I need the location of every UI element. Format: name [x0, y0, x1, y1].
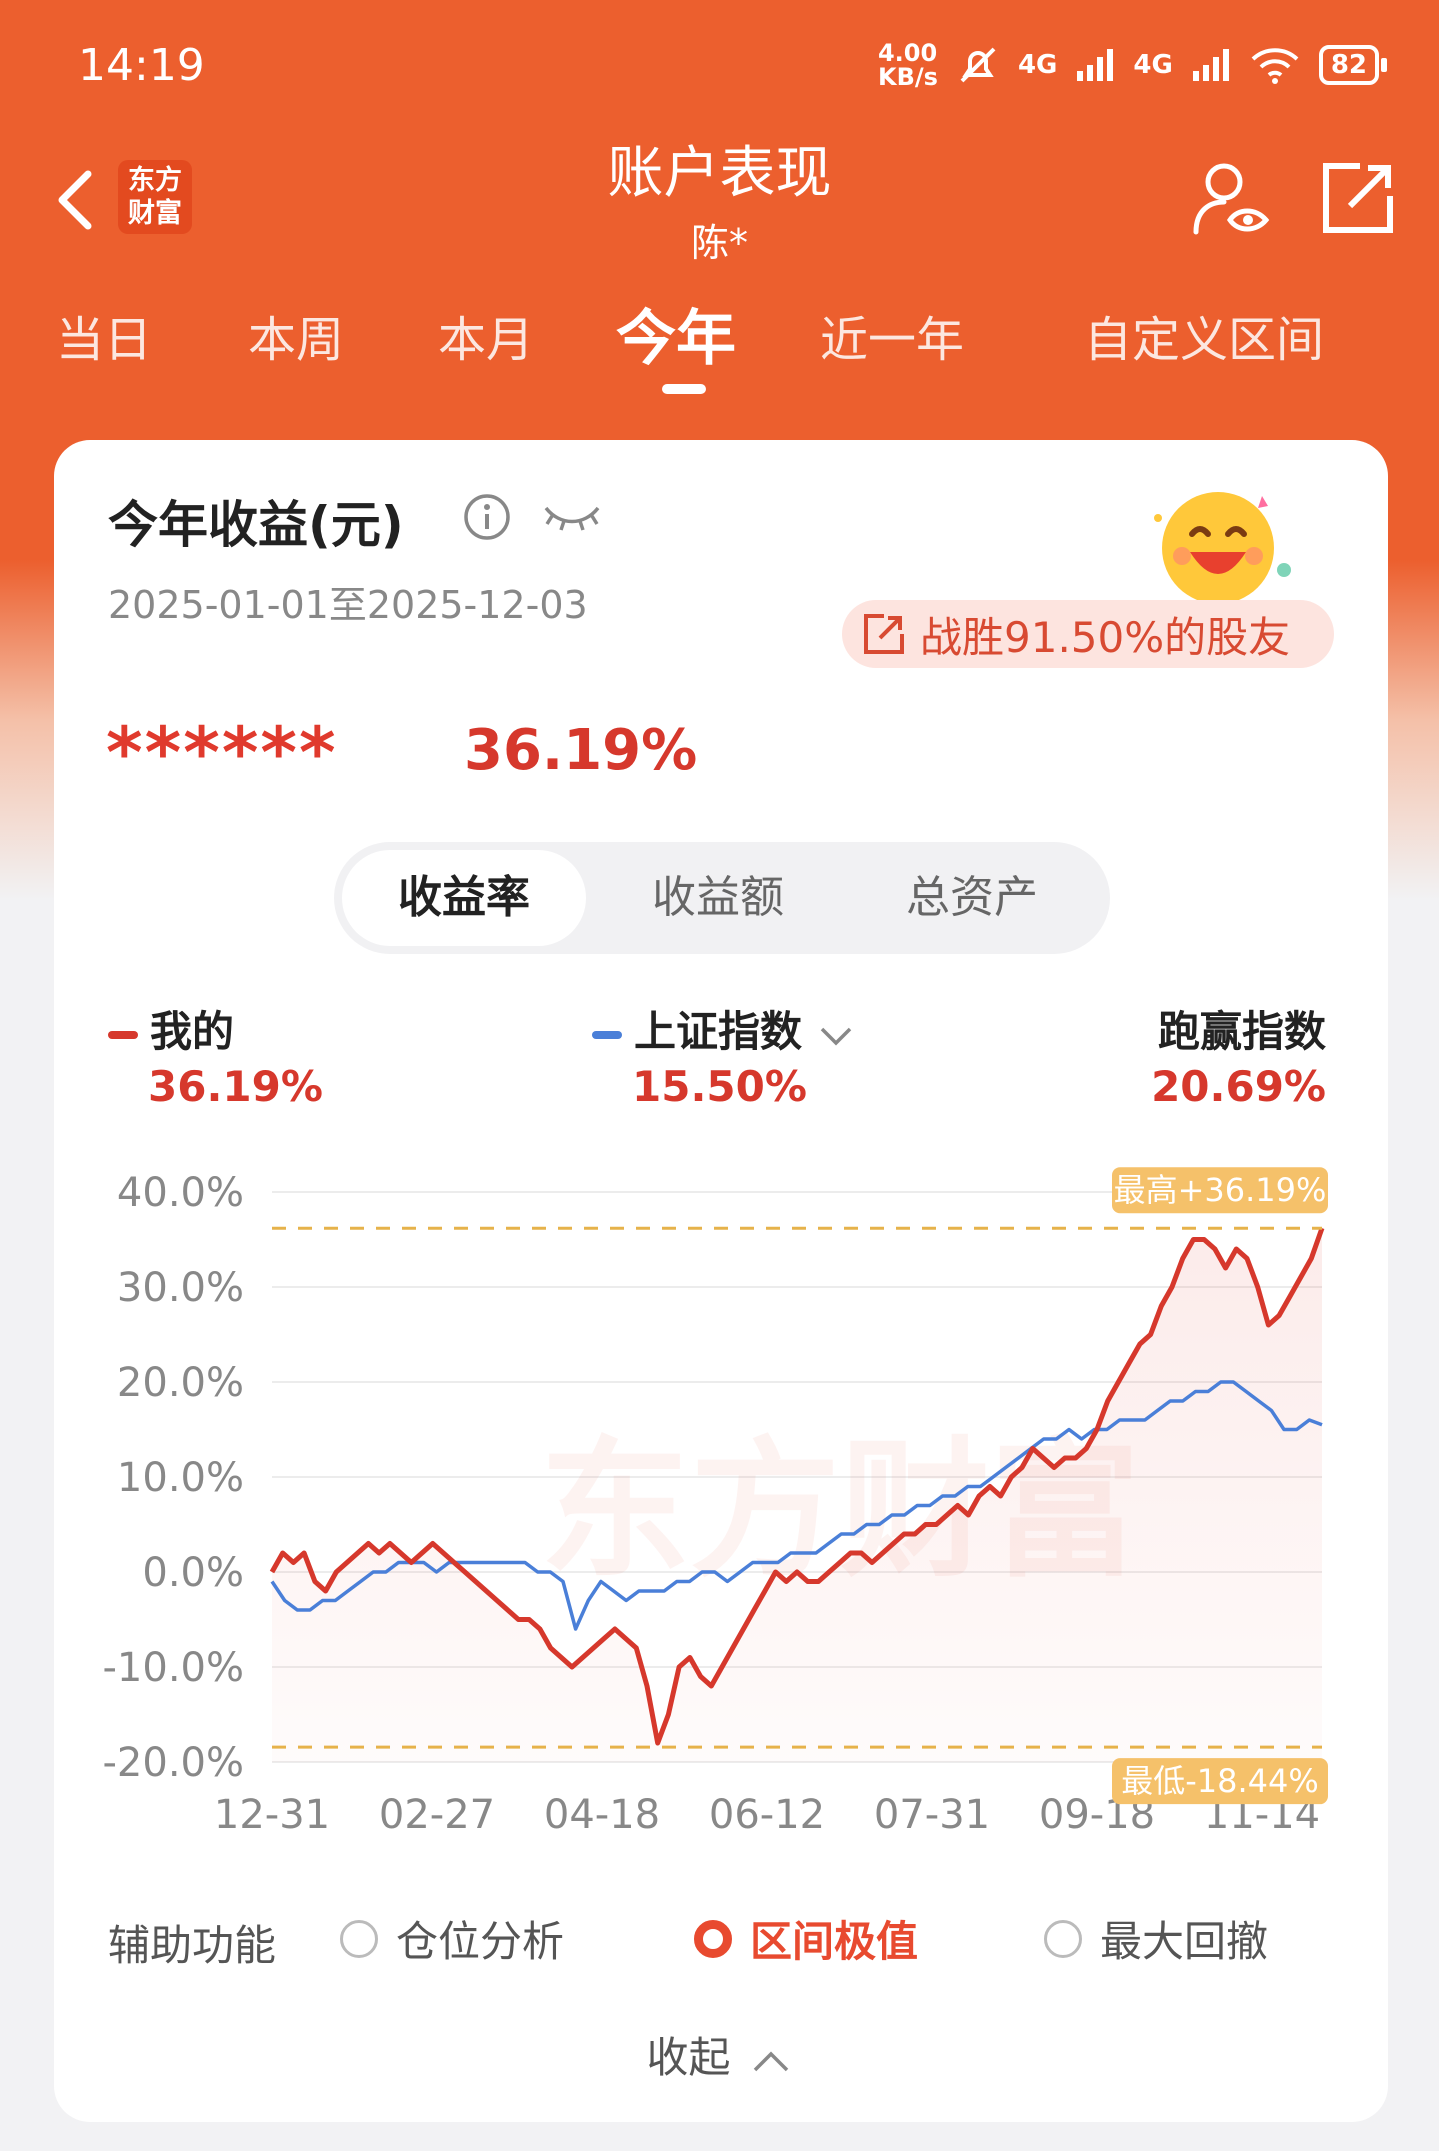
- legend-beat-value: 20.69%: [1151, 1062, 1326, 1111]
- radio-off-icon: [340, 1919, 378, 1958]
- tab-custom-range[interactable]: 自定义区间: [1084, 300, 1324, 370]
- chevron-down-icon: [820, 1027, 852, 1045]
- y-tick-label: -10.0%: [102, 1645, 244, 1691]
- legend-mine-value: 36.19%: [148, 1062, 323, 1111]
- radio-on-icon: [694, 1919, 732, 1958]
- legend-index[interactable]: 上证指数: [592, 998, 856, 1059]
- option-range-extremes[interactable]: 区间极值: [694, 1908, 918, 1969]
- share-icon[interactable]: [1320, 160, 1396, 236]
- legend-beat-label: 跑赢指数: [1157, 1007, 1326, 1056]
- option-extremes-label: 区间极值: [750, 1917, 919, 1966]
- return-percentage: 36.19%: [464, 718, 698, 783]
- net-speed-unit: KB/s: [877, 63, 938, 91]
- share-small-icon: [864, 614, 904, 654]
- user-view-icon[interactable]: [1190, 158, 1270, 238]
- option-drawdown-label: 最大回撤: [1100, 1917, 1269, 1966]
- max-badge-text: 最高+36.19%: [1114, 1171, 1327, 1209]
- helper-label: 辅助功能: [108, 1921, 277, 1970]
- option-position-analysis[interactable]: 仓位分析: [340, 1908, 564, 1969]
- y-tick-label: 40.0%: [117, 1170, 244, 1216]
- x-tick-label: 06-12: [709, 1792, 825, 1838]
- collapse-label: 收起: [646, 2033, 731, 2082]
- status-icons: 4.00 KB/s 4G 4G 82: [878, 40, 1388, 90]
- segment-total-assets[interactable]: 总资产: [850, 850, 1094, 946]
- x-tick-label: 12-31: [214, 1792, 330, 1838]
- option-max-drawdown[interactable]: 最大回撤: [1044, 1908, 1268, 1969]
- mute-bell-icon: [960, 47, 996, 83]
- wifi-icon: [1251, 48, 1299, 84]
- y-tick-label: 0.0%: [142, 1550, 244, 1596]
- legend-index-swatch: [592, 1030, 622, 1039]
- signal-label-1: 4G: [1017, 50, 1058, 80]
- signal-bars-icon: [1077, 49, 1114, 81]
- tab-today[interactable]: 当日: [56, 300, 152, 370]
- x-tick-label: 04-18: [544, 1792, 660, 1838]
- legend-index-value: 15.50%: [632, 1062, 807, 1111]
- segment-return-rate[interactable]: 收益率: [342, 850, 586, 946]
- beat-peers-text: 战胜91.50%的股友: [920, 612, 1291, 662]
- info-icon[interactable]: [462, 492, 512, 542]
- metric-switch: 收益率 收益额 总资产: [334, 842, 1110, 954]
- y-tick-label: 30.0%: [117, 1265, 244, 1311]
- signal-label-2: 4G: [1133, 50, 1173, 80]
- tab-last-year[interactable]: 近一年: [820, 300, 964, 370]
- hide-eye-icon[interactable]: [542, 500, 602, 536]
- return-chart[interactable]: 40.0% 30.0% 20.0% 10.0% 0.0% -10.0% -20.0% 12-3…: [0, 1150, 1439, 1850]
- legend-mine: 我的: [108, 998, 234, 1059]
- collapse-button[interactable]: 收起: [0, 2024, 1439, 2085]
- y-tick-label: -20.0%: [102, 1740, 244, 1786]
- x-tick-label: 07-31: [874, 1792, 990, 1838]
- status-time: 14:19: [78, 40, 205, 91]
- legend-mine-label: 我的: [150, 1007, 235, 1056]
- y-tick-label: 10.0%: [117, 1455, 244, 1501]
- x-tick-label: 02-27: [379, 1792, 495, 1838]
- card-title: 今年收益(元): [108, 496, 404, 554]
- net-speed-value: 4.00: [877, 39, 938, 67]
- active-tab-indicator: [662, 384, 706, 394]
- net-speed: 4.00 KB/s: [878, 41, 938, 89]
- happy-emoji-icon: [1154, 492, 1291, 604]
- y-tick-label: 20.0%: [117, 1360, 244, 1406]
- period-tabs: 当日 本周 本月 今年 近一年 自定义区间: [0, 300, 1439, 390]
- date-range: 2025-01-01至2025-12-03: [108, 583, 588, 627]
- option-position-label: 仓位分析: [396, 1917, 565, 1966]
- tab-month[interactable]: 本月: [438, 300, 534, 370]
- radio-off-icon: [1044, 1919, 1082, 1958]
- beat-peers-badge[interactable]: 战胜91.50%的股友: [842, 600, 1334, 668]
- tab-week[interactable]: 本周: [248, 300, 344, 370]
- tab-year[interactable]: 今年: [616, 290, 736, 377]
- legend-index-label: 上证指数: [634, 1007, 803, 1056]
- min-badge-text: 最低-18.44%: [1121, 1762, 1319, 1800]
- legend-mine-swatch: [108, 1030, 138, 1039]
- segment-return-amount[interactable]: 收益额: [596, 850, 840, 946]
- chevron-up-icon: [753, 2051, 788, 2071]
- masked-amount: ******: [106, 712, 338, 794]
- battery-indicator: 82: [1318, 45, 1388, 85]
- signal-bars-icon-2: [1192, 49, 1229, 81]
